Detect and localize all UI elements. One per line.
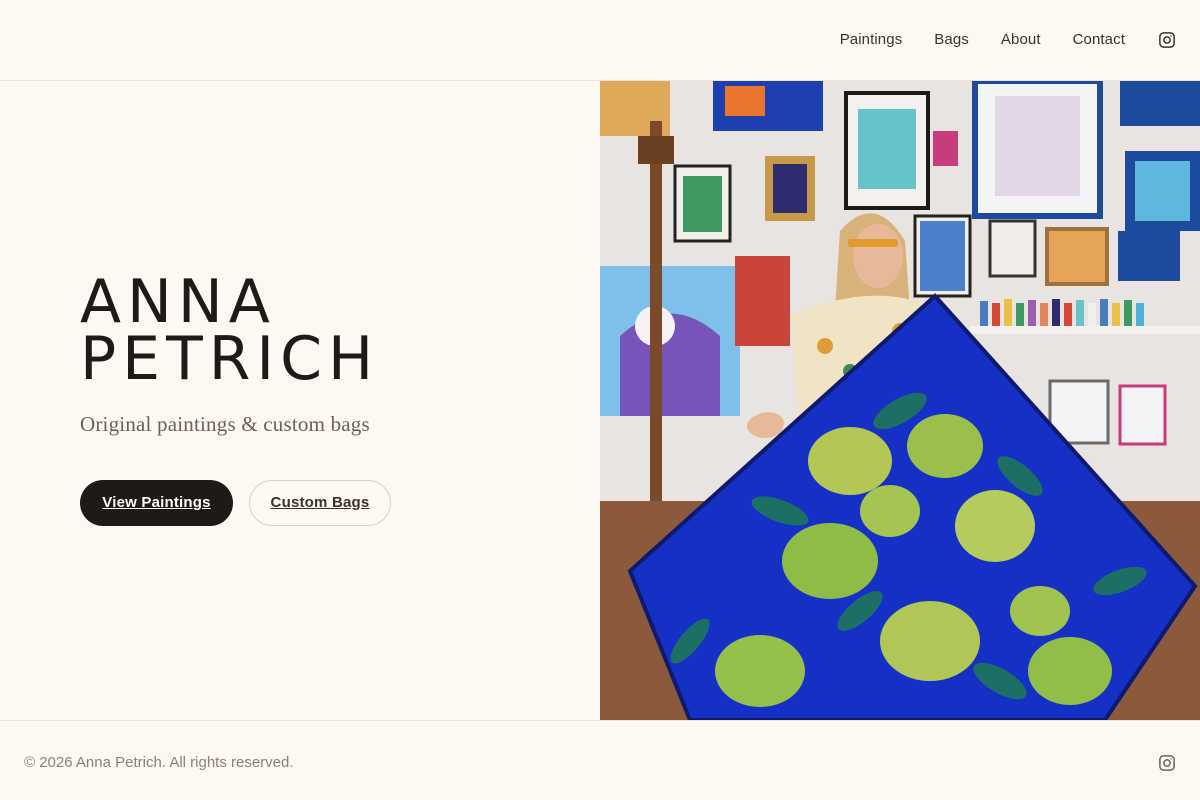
instagram-icon[interactable]	[1158, 31, 1176, 49]
custom-bags-button[interactable]: Custom Bags	[249, 480, 391, 526]
site-footer: © 2026 Anna Petrich. All rights reserved…	[0, 720, 1200, 800]
nav-link-bags[interactable]: Bags	[934, 30, 969, 50]
tagline: Original paintings & custom bags	[80, 412, 370, 436]
nav-link-about[interactable]: About	[1001, 30, 1041, 50]
hero-intro: ANNA PETRICH Original paintings & custom…	[0, 81, 600, 720]
copyright-text: © 2026 Anna Petrich. All rights reserved…	[24, 754, 294, 771]
artist-name: ANNA PETRICH	[80, 267, 380, 394]
nav-link-paintings[interactable]: Paintings	[840, 30, 903, 50]
nav-link-contact[interactable]: Contact	[1073, 30, 1125, 50]
main-nav: Paintings Bags About Contact	[840, 30, 1176, 50]
artist-name-line2: PETRICH	[80, 324, 380, 394]
artist-name-line1: ANNA	[80, 267, 276, 337]
hero-photo	[600, 81, 1200, 720]
view-paintings-button[interactable]: View Paintings	[80, 480, 233, 526]
instagram-icon[interactable]	[1158, 754, 1176, 772]
site-header: Paintings Bags About Contact	[0, 0, 1200, 81]
